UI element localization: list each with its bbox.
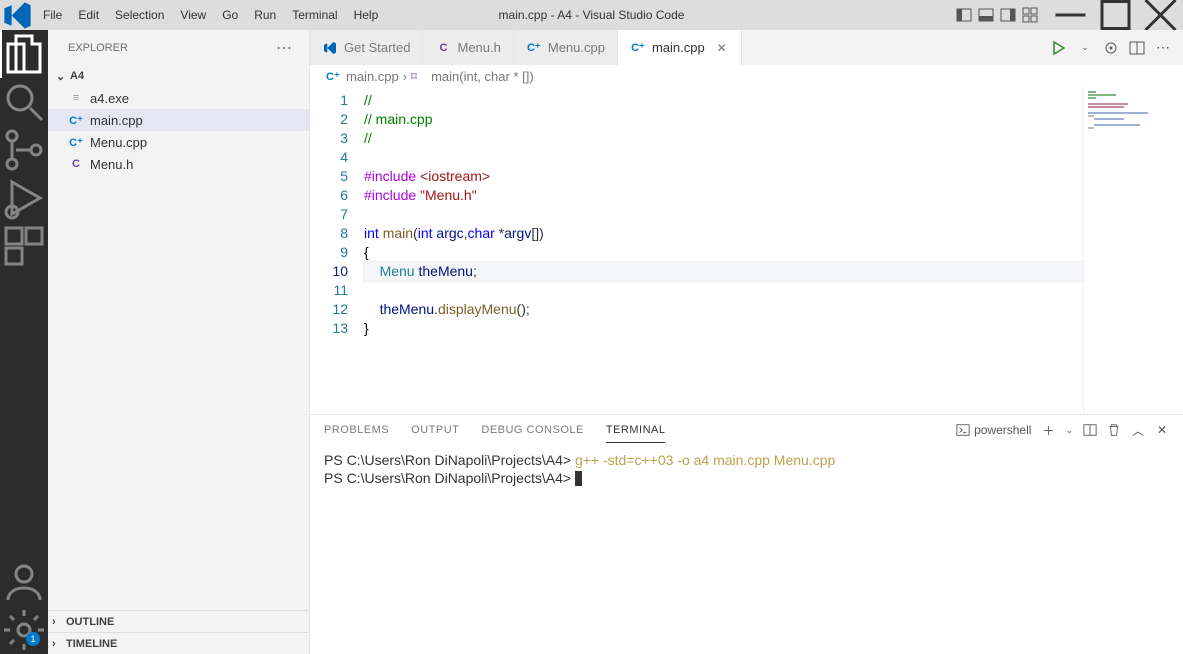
explorer-title: EXPLORER xyxy=(68,42,128,54)
split-terminal-icon[interactable] xyxy=(1083,423,1097,437)
breadcrumbs[interactable]: C⁺ main.cpp › ⌑ main(int, char * []) xyxy=(310,65,1183,87)
menu-view[interactable]: View xyxy=(172,0,214,30)
editor-more-icon[interactable]: ⋯ xyxy=(1155,40,1171,56)
menu-help[interactable]: Help xyxy=(346,0,387,30)
menu-file[interactable]: File xyxy=(35,0,70,30)
chevron-right-icon: › xyxy=(52,638,66,650)
line-gutter: 12345678910111213 xyxy=(310,87,364,414)
menubar: FileEditSelectionViewGoRunTerminalHelp xyxy=(35,0,386,30)
close-window-button[interactable] xyxy=(1138,0,1183,30)
run-dropdown-icon[interactable]: ⌄ xyxy=(1077,40,1093,56)
minimap[interactable] xyxy=(1083,87,1183,414)
tab-file-icon: C xyxy=(435,42,451,54)
file-tree: ⌄ A4 ≡ a4.exe C⁺ main.cpp C⁺ Menu.cpp C Menu.h xyxy=(48,65,309,610)
file-item[interactable]: C⁺ Menu.cpp xyxy=(48,131,309,153)
file-name: Menu.h xyxy=(90,157,133,172)
editor-tabs: Get StartedCMenu.hC⁺Menu.cppC⁺main.cpp✕ … xyxy=(310,30,1183,65)
editor-tab[interactable]: Get Started xyxy=(310,30,423,65)
menu-run[interactable]: Run xyxy=(246,0,284,30)
window-title: main.cpp - A4 - Visual Studio Code xyxy=(499,8,685,22)
panel-tab-output[interactable]: OUTPUT xyxy=(411,418,459,443)
terminal-output[interactable]: PS C:\Users\Ron DiNapoli\Projects\A4> g+… xyxy=(310,445,1183,654)
toggle-secondary-sidebar-icon[interactable] xyxy=(1000,7,1016,23)
panel-tab-terminal[interactable]: TERMINAL xyxy=(606,418,666,443)
source-control-activity-icon[interactable] xyxy=(0,126,48,174)
run-debug-activity-icon[interactable] xyxy=(0,174,48,222)
chevron-down-icon: ⌄ xyxy=(56,70,70,83)
workspace-folder[interactable]: ⌄ A4 xyxy=(48,65,309,87)
menu-edit[interactable]: Edit xyxy=(70,0,107,30)
panel-tab-debug-console[interactable]: DEBUG CONSOLE xyxy=(481,418,583,443)
editor-tab[interactable]: C⁺ main.cpp ✕ xyxy=(618,30,742,65)
file-name: Menu.cpp xyxy=(90,135,147,150)
menu-go[interactable]: Go xyxy=(214,0,246,30)
tab-label: Menu.cpp xyxy=(548,40,605,55)
file-icon: C⁺ xyxy=(326,70,342,83)
terminal-cursor xyxy=(575,471,582,486)
file-type-icon: ≡ xyxy=(68,92,84,104)
tab-file-icon: C⁺ xyxy=(630,41,646,54)
activitybar: 1 xyxy=(0,30,48,654)
split-settings-icon[interactable] xyxy=(1103,40,1119,56)
tab-file-icon: C⁺ xyxy=(526,41,542,54)
maximize-panel-icon[interactable]: ︿ xyxy=(1131,423,1145,437)
editor-group: Get StartedCMenu.hC⁺Menu.cppC⁺main.cpp✕ … xyxy=(310,30,1183,654)
vscode-logo-icon xyxy=(0,0,35,33)
explorer-more-icon[interactable]: ⋯ xyxy=(276,38,293,58)
file-item[interactable]: C Menu.h xyxy=(48,153,309,175)
maximize-button[interactable] xyxy=(1093,0,1138,30)
search-activity-icon[interactable] xyxy=(0,78,48,126)
editor-tab[interactable]: C Menu.h xyxy=(423,30,513,65)
file-type-icon: C xyxy=(68,158,84,170)
new-terminal-dropdown-icon[interactable]: ⌄ xyxy=(1065,425,1073,436)
panel-tabs: PROBLEMS OUTPUT DEBUG CONSOLE TERMINAL powe… xyxy=(310,415,1183,445)
tab-file-icon xyxy=(322,40,338,56)
sidebar: EXPLORER ⋯ ⌄ A4 ≡ a4.exe C⁺ main.cpp C⁺ Menu.… xyxy=(48,30,310,654)
titlebar: FileEditSelectionViewGoRunTerminalHelp m… xyxy=(0,0,1183,30)
minimize-button[interactable] xyxy=(1048,0,1093,30)
customize-layout-icon[interactable] xyxy=(1022,7,1038,23)
panel-tab-problems[interactable]: PROBLEMS xyxy=(324,418,389,443)
panel: PROBLEMS OUTPUT DEBUG CONSOLE TERMINAL powe… xyxy=(310,414,1183,654)
timeline-section[interactable]: ›TIMELINE xyxy=(48,632,309,654)
menu-selection[interactable]: Selection xyxy=(107,0,172,30)
layout-controls xyxy=(946,7,1048,23)
run-code-icon[interactable] xyxy=(1051,40,1067,56)
file-item[interactable]: C⁺ main.cpp xyxy=(48,109,309,131)
settings-activity-icon[interactable]: 1 xyxy=(0,606,48,654)
tab-label: main.cpp xyxy=(652,40,705,55)
file-type-icon: C⁺ xyxy=(68,136,84,149)
toggle-primary-sidebar-icon[interactable] xyxy=(956,7,972,23)
file-name: a4.exe xyxy=(90,91,129,106)
kill-terminal-icon[interactable] xyxy=(1107,423,1121,437)
file-type-icon: C⁺ xyxy=(68,114,84,127)
extensions-activity-icon[interactable] xyxy=(0,222,48,270)
terminal-shell-selector[interactable]: powershell xyxy=(956,423,1031,437)
close-tab-icon[interactable]: ✕ xyxy=(715,41,729,55)
explorer-activity-icon[interactable] xyxy=(0,30,48,78)
accounts-activity-icon[interactable] xyxy=(0,558,48,606)
tab-label: Get Started xyxy=(344,40,410,55)
tab-label: Menu.h xyxy=(457,40,500,55)
close-panel-icon[interactable]: ✕ xyxy=(1155,423,1169,437)
outline-section[interactable]: ›OUTLINE xyxy=(48,610,309,632)
chevron-right-icon: › xyxy=(52,616,66,628)
new-terminal-icon[interactable]: ＋ xyxy=(1041,423,1055,437)
menu-terminal[interactable]: Terminal xyxy=(284,0,345,30)
settings-badge: 1 xyxy=(26,632,40,646)
split-editor-icon[interactable] xyxy=(1129,40,1145,56)
file-name: main.cpp xyxy=(90,113,143,128)
file-item[interactable]: ≡ a4.exe xyxy=(48,87,309,109)
function-icon: ⌑ xyxy=(411,70,427,83)
code-editor[interactable]: //// main.cpp// #include <iostream>#incl… xyxy=(364,87,1083,414)
powershell-icon xyxy=(956,423,970,437)
toggle-panel-icon[interactable] xyxy=(978,7,994,23)
editor-tab[interactable]: C⁺ Menu.cpp xyxy=(514,30,618,65)
